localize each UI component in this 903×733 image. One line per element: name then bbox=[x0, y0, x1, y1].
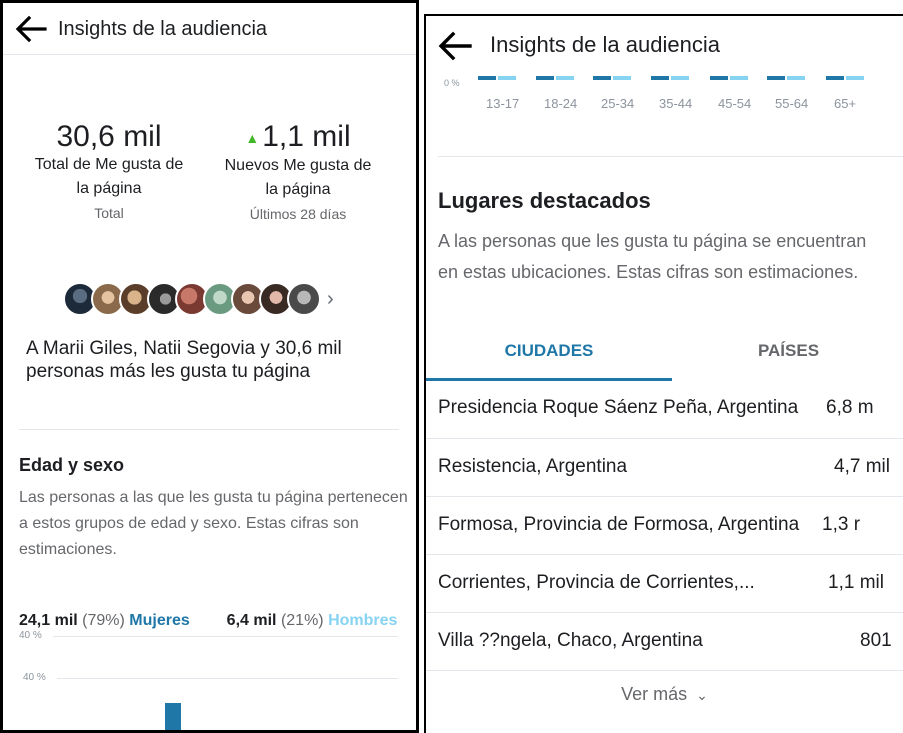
fan-avatars[interactable]: › bbox=[63, 281, 334, 317]
back-arrow-icon[interactable] bbox=[15, 14, 47, 44]
page-title: Insights de la audiencia bbox=[490, 32, 720, 57]
women-count: 24,1 mil bbox=[19, 612, 78, 629]
new-likes-stat: ▲ 1,1 mil Nuevos Me gusta de la página Úl… bbox=[208, 120, 388, 223]
men-count: 6,4 mil bbox=[226, 612, 277, 629]
age-bar-women bbox=[826, 76, 844, 80]
city-value: 4,7 mil bbox=[834, 456, 890, 477]
new-likes-value: 1,1 mil bbox=[262, 120, 351, 153]
city-row[interactable]: Presidencia Roque Sáenz Peña, Argentina 6… bbox=[426, 380, 903, 438]
left-screen: Insights de la audiencia 30,6 mil Total … bbox=[0, 0, 419, 733]
age-bar-men bbox=[556, 76, 574, 80]
city-value: 801 bbox=[860, 630, 892, 651]
age-bar-men bbox=[498, 76, 516, 80]
age-group-label: 13-17 bbox=[486, 96, 520, 111]
age-bar-men bbox=[787, 76, 805, 80]
age-group-label: 45-54 bbox=[718, 96, 752, 111]
chevron-right-icon[interactable]: › bbox=[327, 288, 334, 311]
age-bar-men bbox=[846, 76, 864, 80]
header: Insights de la audiencia bbox=[426, 16, 903, 76]
city-row[interactable]: Villa ??ngela, Chaco, Argentina 801 bbox=[426, 612, 903, 670]
age-bar-women bbox=[710, 76, 728, 80]
up-arrow-icon: ▲ bbox=[245, 130, 260, 147]
chart-bar-women bbox=[165, 703, 181, 730]
city-value: 1,1 mil bbox=[828, 572, 884, 593]
gridline bbox=[57, 678, 398, 679]
women-label: Mujeres bbox=[129, 612, 190, 629]
gridline bbox=[53, 636, 398, 637]
divider bbox=[438, 156, 903, 157]
age-bar-women bbox=[651, 76, 669, 80]
total-likes-label-1: Total de Me gusta de bbox=[34, 156, 184, 173]
age-group-label: 35-44 bbox=[659, 96, 693, 111]
men-pct: (21%) bbox=[280, 612, 324, 629]
places-title: Lugares destacados bbox=[438, 188, 651, 213]
age-bar-women bbox=[478, 76, 496, 80]
total-likes-sub: Total bbox=[94, 205, 124, 221]
new-likes-sub: Últimos 28 días bbox=[249, 206, 347, 223]
places-tabs: CIUDADES PAÍSES bbox=[426, 334, 903, 381]
axis-label: 40 % bbox=[19, 630, 42, 641]
page-title: Insights de la audiencia bbox=[58, 18, 268, 40]
total-likes-value: 30,6 mil bbox=[56, 120, 162, 153]
city-name: Formosa, Provincia de Formosa, Argentina bbox=[438, 514, 800, 535]
men-label: Hombres bbox=[328, 612, 398, 629]
gender-summary: 24,1 mil (79%) Mujeres 6,4 mil (21%) Hom… bbox=[19, 612, 397, 630]
divider bbox=[19, 429, 399, 430]
back-arrow-icon[interactable] bbox=[438, 30, 472, 62]
city-row[interactable]: Formosa, Provincia de Formosa, Argentina… bbox=[426, 496, 903, 554]
header: Insights de la audiencia bbox=[3, 3, 416, 55]
age-bar-men bbox=[730, 76, 748, 80]
city-value: 6,8 m bbox=[826, 397, 874, 418]
age-bar-women bbox=[536, 76, 554, 80]
age-group-label: 18-24 bbox=[544, 96, 578, 111]
city-name: Resistencia, Argentina bbox=[438, 456, 628, 477]
city-row[interactable]: Corrientes, Provincia de Corrientes,... 1… bbox=[426, 554, 903, 612]
age-group-label: 25-34 bbox=[601, 96, 635, 111]
see-more-label: Ver más bbox=[621, 684, 688, 704]
age-group-label: 55-64 bbox=[775, 96, 809, 111]
avatar[interactable] bbox=[287, 282, 321, 316]
total-likes-stat: 30,6 mil Total de Me gusta de la página … bbox=[19, 120, 199, 222]
women-pct: (79%) bbox=[82, 612, 125, 629]
places-description: A las personas que les gusta tu página s… bbox=[438, 231, 867, 282]
age-bar-women bbox=[593, 76, 611, 80]
age-bar-women bbox=[767, 76, 785, 80]
age-bar-men bbox=[613, 76, 631, 80]
tab-cities[interactable]: CIUDADES bbox=[426, 334, 672, 380]
city-name: Presidencia Roque Sáenz Peña, Argentina bbox=[438, 397, 799, 418]
city-value: 1,3 r bbox=[822, 514, 861, 535]
new-likes-label-2: la página bbox=[265, 181, 331, 199]
city-name: Villa ??ngela, Chaco, Argentina bbox=[438, 630, 703, 651]
new-likes-label-1: Nuevos Me gusta de bbox=[224, 157, 372, 175]
liked-by-text: A Marii Giles, Natii Segovia y 30,6 mil … bbox=[26, 338, 342, 382]
chevron-down-icon: ⌄ bbox=[696, 687, 708, 703]
age-gender-description: Las personas a las que les gusta tu pági… bbox=[19, 489, 408, 558]
city-name: Corrientes, Provincia de Corrientes,... bbox=[438, 572, 755, 593]
axis-label: 40 % bbox=[23, 672, 46, 683]
see-more-button[interactable]: Ver más ⌄ bbox=[426, 684, 903, 705]
divider bbox=[426, 670, 903, 671]
axis-label: 0 % bbox=[444, 78, 460, 88]
age-group-label: 65+ bbox=[834, 96, 857, 111]
age-gender-title: Edad y sexo bbox=[19, 455, 125, 475]
total-likes-label-2: la página bbox=[76, 180, 142, 197]
city-row[interactable]: Resistencia, Argentina 4,7 mil bbox=[426, 438, 903, 496]
right-screen: Insights de la audiencia 0 % 13-17 18-24 2… bbox=[424, 14, 903, 733]
age-bar-men bbox=[671, 76, 689, 80]
tab-countries[interactable]: PAÍSES bbox=[672, 334, 903, 380]
